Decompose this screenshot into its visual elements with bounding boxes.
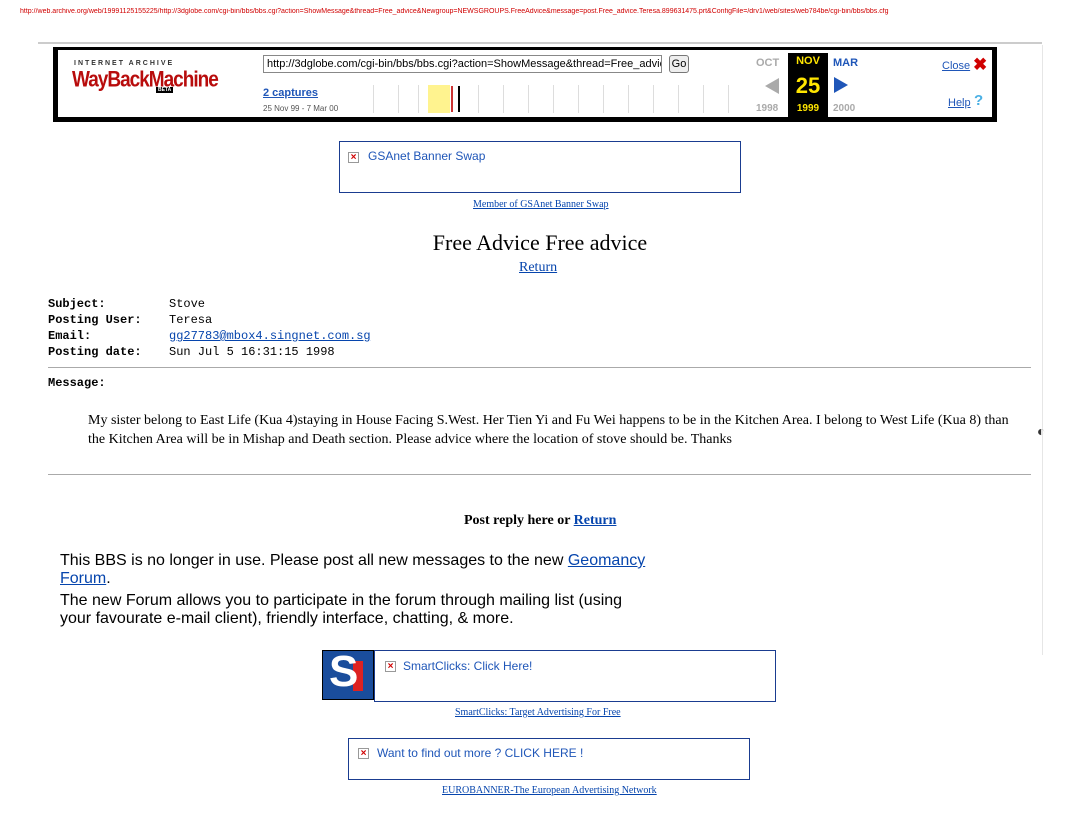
wayback-logo[interactable]: WayBackMachine: [72, 68, 219, 93]
help-icon[interactable]: ?: [974, 92, 983, 109]
cursor-icon: ◐: [1037, 425, 1046, 440]
gsanet-caption-link[interactable]: Member of GSAnet Banner Swap: [473, 199, 609, 210]
beta-badge: BETA: [156, 87, 174, 93]
url-input[interactable]: http://3dglobe.com/cgi-bin/bbs/bbs.cgi?a…: [263, 55, 662, 73]
gsanet-banner[interactable]: × GSAnet Banner Swap: [339, 141, 741, 193]
eurobanner[interactable]: × Want to find out more ? CLICK HERE !: [348, 738, 750, 780]
timeline-tick: [578, 85, 579, 113]
timeline-tick: [728, 85, 729, 113]
close-link[interactable]: Close: [942, 60, 970, 72]
date-label: Posting date:: [48, 345, 142, 359]
timeline-tick: [653, 85, 654, 113]
timeline-tick: [628, 85, 629, 113]
reply-return-link[interactable]: Return: [574, 513, 617, 528]
divider: [38, 42, 1042, 44]
logo-letter-s: S: [329, 650, 359, 696]
email-label: Email:: [48, 329, 92, 343]
prev-month: OCT: [756, 57, 780, 69]
broken-image-icon: ×: [385, 661, 396, 672]
page-title: Free Advice Free advice: [432, 230, 648, 255]
timeline-tick: [678, 85, 679, 113]
subject-value: Stove: [169, 297, 206, 311]
notice-line1: This BBS is no longer in use. Please pos…: [60, 552, 564, 569]
capture-marker: [451, 86, 453, 112]
archive-logo-text: INTERNET ARCHIVE: [74, 60, 175, 67]
prev-arrow-icon: [765, 78, 779, 94]
help-link[interactable]: Help: [948, 97, 971, 109]
close-icon[interactable]: ✖: [973, 55, 987, 75]
gsanet-banner-text[interactable]: GSAnet Banner Swap: [368, 149, 485, 163]
capture-range: 25 Nov 99 - 7 Mar 00: [263, 104, 339, 113]
captures-link[interactable]: 2 captures: [263, 87, 318, 99]
archive-url-text: http://web.archive.org/web/1999112515522…: [20, 8, 889, 15]
smartclicks-banner-text[interactable]: SmartClicks: Click Here!: [403, 659, 532, 673]
broken-image-icon: ×: [348, 152, 359, 163]
timeline-tick: [418, 85, 419, 113]
timeline-tick: [503, 85, 504, 113]
reply-text: Post reply here or: [464, 513, 571, 528]
timeline-tick: [528, 85, 529, 113]
bbs-notice: This BBS is no longer in use. Please pos…: [60, 552, 650, 632]
reply-prompt: Post reply here or Return: [464, 513, 616, 529]
eurobanner-text[interactable]: Want to find out more ? CLICK HERE !: [377, 746, 583, 760]
capture-marker: [458, 86, 460, 112]
return-link[interactable]: Return: [519, 260, 557, 276]
timeline-tick: [603, 85, 604, 113]
go-button[interactable]: Go: [669, 55, 689, 73]
broken-image-icon: ×: [358, 748, 369, 759]
current-date: NOV 25 1999: [788, 53, 828, 117]
eurobanner-caption-link[interactable]: EUROBANNER-The European Advertising Netw…: [442, 785, 657, 796]
divider: [48, 474, 1031, 475]
prev-year: 1998: [756, 103, 779, 114]
timeline-tick: [703, 85, 704, 113]
current-month: NOV: [796, 55, 820, 67]
timeline-highlight: [428, 85, 450, 113]
message-body: My sister belong to East Life (Kua 4)sta…: [88, 413, 1009, 447]
smartclicks-caption-link[interactable]: SmartClicks: Target Advertising For Free: [455, 707, 621, 718]
subject-label: Subject:: [48, 297, 106, 311]
current-day: 25: [795, 73, 821, 98]
email-link[interactable]: gg27783@mbox4.singnet.com.sg: [169, 329, 371, 343]
date-value: Sun Jul 5 16:31:15 1998: [169, 345, 335, 359]
timeline-tick: [373, 85, 374, 113]
message-label: Message:: [48, 376, 106, 390]
notice-line2: The new Forum allows you to participate …: [60, 592, 623, 627]
notice-period: .: [106, 570, 111, 587]
next-month-link[interactable]: MAR: [833, 57, 858, 69]
smartclicks-logo[interactable]: S: [322, 650, 374, 700]
timeline-tick: [398, 85, 399, 113]
timeline-tick: [478, 85, 479, 113]
user-label: Posting User:: [48, 313, 142, 327]
timeline-tick: [553, 85, 554, 113]
divider: [48, 367, 1031, 368]
user-value: Teresa: [169, 313, 213, 327]
smartclicks-banner[interactable]: × SmartClicks: Click Here!: [374, 650, 776, 702]
next-arrow-icon[interactable]: [834, 77, 848, 93]
current-year: 1999: [796, 103, 820, 114]
wayback-toolbar: INTERNET ARCHIVE WayBackMachine BETA htt…: [53, 47, 997, 122]
capture-timeline[interactable]: [358, 85, 743, 113]
page-edge: [1042, 45, 1043, 655]
next-year: 2000: [833, 103, 856, 114]
